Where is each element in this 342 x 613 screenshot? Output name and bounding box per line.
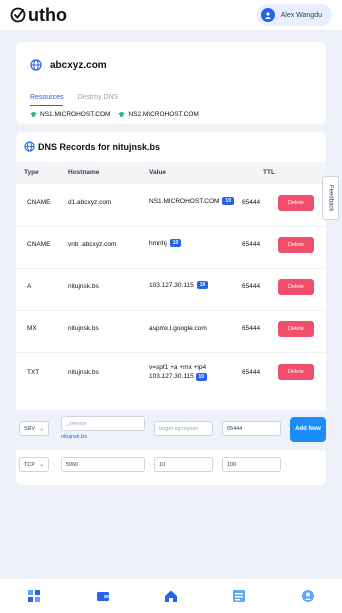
- priority-badge: 10: [195, 373, 208, 382]
- domain-card: abcxyz.com Resources Destroy DNS NS1.MIC…: [16, 42, 326, 124]
- avatar-icon: [260, 8, 275, 22]
- record-hostname: nitujnsk.bs: [68, 283, 99, 290]
- protocol-value: TCP: [24, 461, 35, 468]
- record-ttl: 65444: [242, 241, 261, 248]
- service-hint: nitujnsk.bs: [61, 434, 87, 440]
- priority-badge: 10: [169, 239, 182, 247]
- record-type: TXT: [27, 369, 40, 376]
- record-value-text: hmnhj: [149, 239, 167, 247]
- feedback-tab[interactable]: Feedback: [322, 176, 339, 220]
- record-type: A: [27, 283, 32, 290]
- protocol-select[interactable]: TCP ⌄: [19, 457, 49, 472]
- port-input[interactable]: 5060: [61, 457, 145, 472]
- logo-text: utho: [28, 4, 67, 25]
- check-logo-icon: [10, 7, 26, 23]
- record-type: MX: [27, 325, 37, 332]
- record-ttl: 65444: [242, 369, 261, 376]
- record-value: NS1.MICROHOST.COM 10: [149, 197, 234, 205]
- target-input[interactable]: target eg:mysen: [154, 421, 213, 436]
- new-record-row: SRV ⌄ _service nitujnsk.bs target eg:mys…: [16, 410, 326, 450]
- record-value: hmnhj 10: [149, 239, 182, 247]
- table-row: MX nitujnsk.bs aspmx.l.google.com 65444 …: [16, 310, 326, 352]
- chevron-down-icon: ⌄: [39, 425, 44, 432]
- record-type-value: SRV: [24, 425, 36, 432]
- ttl-input[interactable]: 65444: [222, 421, 281, 436]
- delete-button[interactable]: Delete: [278, 279, 314, 295]
- record-hostname: d1.abcxyz.com: [68, 199, 112, 206]
- dns-records-title: DNS Records for nitujnsk.bs: [24, 141, 160, 152]
- globe-icon: [30, 59, 42, 71]
- user-name: Alex Wangdu: [280, 11, 322, 19]
- priority-input[interactable]: 10: [154, 457, 213, 472]
- record-ttl: 65444: [242, 199, 261, 206]
- nameserver-item: NS1.MICROHOST.COM: [30, 111, 110, 118]
- dns-table-header: Type Hostname Value TTL: [16, 162, 326, 184]
- add-new-button[interactable]: Add New: [290, 417, 326, 442]
- delete-button[interactable]: Delete: [278, 321, 314, 337]
- service-input[interactable]: _service: [61, 416, 145, 431]
- dns-records-card: DNS Records for nitujnsk.bs Type Hostnam…: [16, 132, 326, 485]
- domain-name: abcxyz.com: [50, 59, 107, 71]
- utho-logo[interactable]: utho: [10, 5, 67, 26]
- priority-badge: 10: [222, 197, 234, 205]
- nameserver-1: NS1.MICROHOST.COM: [40, 111, 111, 118]
- weight-input[interactable]: 100: [222, 457, 281, 472]
- app-header: utho Alex Wangdu: [0, 0, 342, 30]
- delete-button[interactable]: Delete: [278, 237, 314, 253]
- list-icon[interactable]: [232, 589, 246, 603]
- tab-resources[interactable]: Resources: [30, 94, 64, 106]
- nameserver-item: NS2.MICROHOST.COM: [118, 111, 199, 118]
- record-type: CNAME: [27, 241, 51, 248]
- graduation-cap-icon: [118, 111, 126, 117]
- domain-title: abcxyz.com: [30, 59, 107, 71]
- delete-button[interactable]: Delete: [278, 364, 314, 380]
- globe-icon: [24, 141, 35, 152]
- record-value: v=spf1 +a +mx +ip4 103.127.30.115 10: [149, 363, 237, 382]
- wallet-icon[interactable]: [96, 589, 110, 603]
- header-type: Type: [24, 169, 39, 176]
- profile-icon[interactable]: [301, 589, 315, 603]
- record-type: CNAME: [27, 199, 51, 206]
- bottom-nav: [0, 579, 342, 613]
- header-hostname: Hostname: [68, 169, 100, 176]
- priority-badge: 10: [196, 281, 209, 289]
- domain-tabs: Resources Destroy DNS: [30, 94, 118, 106]
- record-value-text: NS1.MICROHOST.COM: [149, 197, 220, 205]
- record-ttl: 65444: [242, 283, 261, 290]
- record-value: 103.127.30.115 10: [149, 281, 209, 289]
- nameserver-2: NS2.MICROHOST.COM: [128, 111, 199, 118]
- dashboard-icon[interactable]: [27, 589, 41, 603]
- record-hostname: nitujnsk.bs: [68, 369, 99, 376]
- record-value-text: aspmx.l.google.com: [149, 325, 207, 332]
- nameserver-list: NS1.MICROHOST.COM NS2.MICROHOST.COM: [30, 111, 199, 118]
- feedback-label: Feedback: [327, 184, 334, 212]
- dns-title-text: DNS Records for nitujnsk.bs: [38, 141, 161, 152]
- graduation-cap-icon: [30, 111, 37, 117]
- record-type-select[interactable]: SRV ⌄: [19, 421, 49, 436]
- table-row: A nitujnsk.bs 103.127.30.115 10 65444 De…: [16, 268, 326, 310]
- table-row: TXT nitujnsk.bs v=spf1 +a +mx +ip4 103.1…: [16, 352, 326, 408]
- user-menu[interactable]: Alex Wangdu: [256, 4, 332, 26]
- delete-button[interactable]: Delete: [278, 195, 314, 211]
- tab-destroy-dns[interactable]: Destroy DNS: [77, 94, 118, 106]
- chevron-down-icon: ⌄: [39, 461, 44, 468]
- table-row: CNAME d1.abcxyz.com NS1.MICROHOST.COM 10…: [16, 184, 326, 226]
- record-hostname: nitujnsk.bs: [68, 325, 99, 332]
- header-value: Value: [149, 169, 166, 176]
- record-hostname: vnb .abcxyz.com: [68, 241, 117, 248]
- record-ttl: 65444: [242, 325, 261, 332]
- header-ttl: TTL: [263, 169, 275, 176]
- table-row: CNAME vnb .abcxyz.com hmnhj 10 65444 Del…: [16, 226, 326, 268]
- home-icon[interactable]: [164, 589, 178, 603]
- record-value-text: 103.127.30.115: [149, 281, 194, 289]
